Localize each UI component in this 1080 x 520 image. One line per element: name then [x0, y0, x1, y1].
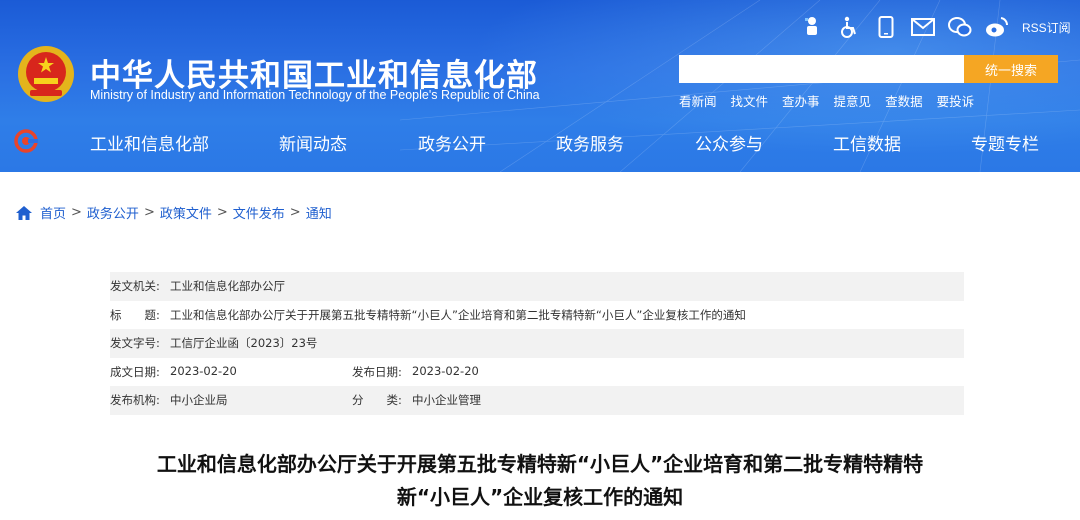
meta-doc-number: 工信厅企业函〔2023〕23号	[170, 336, 318, 351]
meta-row-issuer: 发文机关: 工业和信息化部办公厅	[110, 272, 964, 301]
meta-label: 标 题:	[110, 307, 160, 322]
wechat-icon[interactable]	[948, 15, 972, 39]
breadcrumb-separator: >	[71, 205, 82, 220]
search-button[interactable]: 统一搜索	[964, 55, 1058, 83]
breadcrumb-separator: >	[216, 205, 228, 220]
meta-title: 工业和信息化部办公厅关于开展第五批专精特新“小巨人”企业培育和第二批专精特新“小…	[170, 307, 746, 322]
breadcrumb-file-release[interactable]: 文件发布	[233, 203, 285, 222]
search-input[interactable]	[679, 55, 964, 83]
meta-issuer: 工业和信息化部办公厅	[170, 279, 285, 294]
meta-published-cell: 发布日期: 2023-02-20	[352, 364, 594, 380]
quick-link-news[interactable]: 看新闻	[679, 91, 717, 110]
rss-subscribe-link[interactable]: RSS订阅	[1022, 19, 1071, 36]
ministry-logo-icon[interactable]	[14, 129, 38, 153]
meta-label: 发布日期:	[352, 364, 402, 379]
quick-link-complaint[interactable]: 要投诉	[937, 91, 975, 110]
nav-item-topics[interactable]: 专题专栏	[971, 130, 1039, 155]
nav-item-ministry[interactable]: 工业和信息化部	[90, 130, 209, 155]
quick-link-data[interactable]: 查数据	[885, 91, 923, 110]
quick-link-feedback[interactable]: 提意见	[834, 91, 872, 110]
meta-label: 发文机关:	[110, 279, 160, 294]
breadcrumb-policy-files[interactable]: 政策文件	[160, 203, 212, 222]
nav-item-public-participation[interactable]: 公众参与	[695, 130, 763, 155]
weibo-icon[interactable]	[985, 15, 1009, 39]
meta-row-doc-no: 发文字号: 工信厅企业函〔2023〕23号	[110, 329, 964, 358]
site-subtitle: Ministry of Industry and Information Tec…	[90, 88, 540, 102]
meta-row-title: 标 题: 工业和信息化部办公厅关于开展第五批专精特新“小巨人”企业培育和第二批专…	[110, 301, 964, 330]
breadcrumb-separator: >	[143, 205, 155, 220]
meta-row-dates: 成文日期: 2023-02-20 发布日期: 2023-02-20	[110, 358, 964, 387]
meta-category-cell: 分 类: 中小企业管理	[352, 392, 594, 408]
quick-link-services[interactable]: 查办事	[782, 91, 820, 110]
site-header: 中华人民共和国工业和信息化部 Ministry of Industry and …	[0, 0, 1080, 172]
document-title: 工业和信息化部办公厅关于开展第五批专精特新“小巨人”企业培育和第二批专精特精特 …	[110, 448, 970, 514]
meta-agency-cell: 发布机构: 中小企业局	[110, 392, 352, 408]
meta-category: 中小企业管理	[412, 393, 481, 408]
meta-label: 分 类:	[352, 393, 402, 408]
national-emblem-icon	[18, 46, 74, 102]
breadcrumb: 首页 > 政务公开 > 政策文件 > 文件发布 > 通知	[16, 203, 332, 222]
meta-published-date: 2023-02-20	[412, 363, 479, 378]
mobile-icon[interactable]	[874, 15, 898, 39]
meta-row-agency: 发布机构: 中小企业局 分 类: 中小企业管理	[110, 386, 964, 415]
nav-item-news[interactable]: 新闻动态	[279, 130, 347, 155]
nav-item-gov-services[interactable]: 政务服务	[556, 130, 624, 155]
home-icon[interactable]	[16, 205, 32, 220]
document-title-line-1: 工业和信息化部办公厅关于开展第五批专精特新“小巨人”企业培育和第二批专精特精特	[156, 452, 924, 476]
wheelchair-icon[interactable]	[837, 15, 861, 39]
mail-icon[interactable]	[911, 15, 935, 39]
meta-created-date: 2023-02-20	[170, 363, 237, 378]
meta-label: 发文字号:	[110, 336, 160, 351]
top-utility-icons: RSS订阅	[800, 14, 1071, 40]
breadcrumb-home[interactable]: 首页	[40, 203, 66, 222]
nav-item-data[interactable]: 工信数据	[833, 130, 901, 155]
breadcrumb-gov-affairs[interactable]: 政务公开	[87, 203, 139, 222]
meta-created-cell: 成文日期: 2023-02-20	[110, 364, 352, 380]
meta-label: 发布机构:	[110, 393, 160, 408]
meta-label: 成文日期:	[110, 364, 160, 379]
nav-item-gov-affairs[interactable]: 政务公开	[418, 130, 486, 155]
document-metadata-table: 发文机关: 工业和信息化部办公厅 标 题: 工业和信息化部办公厅关于开展第五批专…	[110, 272, 964, 415]
accessibility-elder-icon[interactable]	[800, 15, 824, 39]
main-nav: 工业和信息化部 新闻动态 政务公开 政务服务 公众参与 工信数据 专题专栏	[0, 117, 1080, 165]
breadcrumb-separator: >	[289, 205, 301, 220]
document-title-line-2: 新“小巨人”企业复核工作的通知	[396, 485, 684, 509]
quick-link-files[interactable]: 找文件	[731, 91, 769, 110]
quick-links: 看新闻 找文件 查办事 提意见 查数据 要投诉	[679, 91, 988, 110]
breadcrumb-notice[interactable]: 通知	[306, 203, 332, 222]
meta-agency: 中小企业局	[170, 393, 228, 408]
